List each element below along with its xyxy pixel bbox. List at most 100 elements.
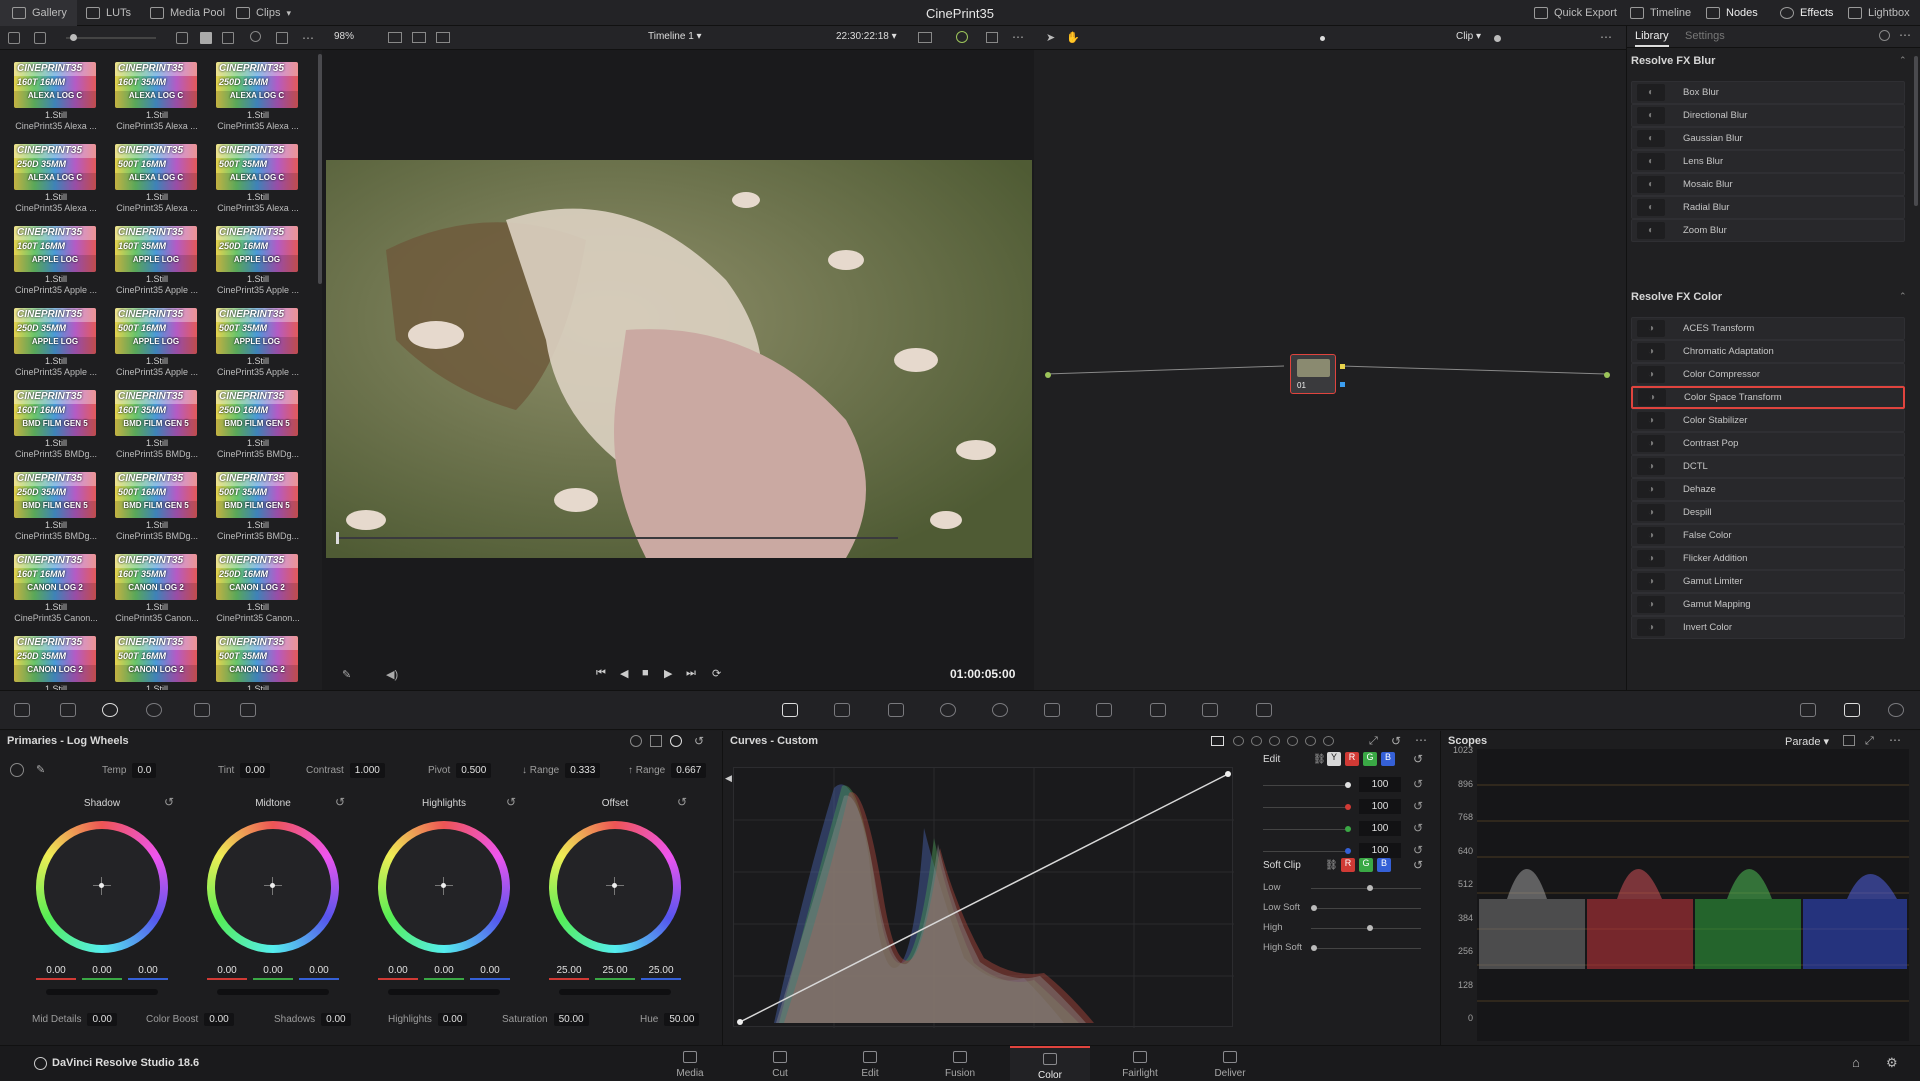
effect-item[interactable]: ◑ Invert Color [1631, 616, 1905, 639]
log-mode-icon[interactable] [670, 735, 682, 747]
split-screen-icon[interactable] [412, 32, 426, 43]
thumb-size-slider[interactable] [66, 37, 156, 39]
scope-settings-icon[interactable] [1843, 735, 1855, 746]
window-icon[interactable] [940, 703, 956, 717]
scrubber-bar[interactable] [336, 537, 898, 539]
gallery-still[interactable]: CINEPRINT35 250D 16MM CANON LOG 2 1.Still Ci… [208, 548, 308, 632]
high-range-field[interactable]: ↑ Range 0.667 [628, 763, 707, 778]
blur-icon[interactable] [1096, 703, 1112, 717]
wheel-value[interactable]: 0.00 [378, 965, 418, 980]
wheel-reset-icon[interactable]: ↺ [335, 795, 345, 809]
wheel-value[interactable]: 0.00 [299, 965, 339, 980]
soft-clip-r-chip[interactable]: R [1341, 858, 1355, 872]
soft-clip-link-icon[interactable]: ⛓ [1325, 860, 1338, 871]
high-soft-handle[interactable] [1311, 945, 1317, 951]
intensity-slider[interactable] [1263, 807, 1349, 808]
node-output[interactable] [1604, 372, 1610, 378]
effects-search-icon[interactable] [1879, 30, 1890, 41]
hue-vs-hue-icon[interactable] [1233, 736, 1244, 746]
sort-icon[interactable] [176, 32, 188, 44]
scope-type-selector[interactable]: Parade ▾ [1785, 735, 1829, 748]
gallery-still[interactable]: CINEPRINT35 500T 16MM APPLE LOG 1.Still Cine… [107, 302, 207, 386]
y-channel-chip[interactable]: Y [1327, 752, 1341, 766]
wheel-value[interactable]: 0.00 [253, 965, 293, 980]
color-boost-field[interactable]: Color Boost 0.00 [146, 1013, 234, 1026]
effect-item[interactable]: ◑ Dehaze [1631, 478, 1905, 501]
wheel-value[interactable]: 0.00 [36, 965, 76, 980]
3d-icon[interactable] [1256, 703, 1272, 717]
color-wheel[interactable] [207, 821, 339, 953]
gallery-still[interactable]: CINEPRINT35 500T 16MM ALEXA LOG C 1.Still Ci… [107, 138, 207, 222]
effect-item[interactable]: ◐ Directional Blur [1631, 104, 1905, 127]
low-range-field[interactable]: ↓ Range 0.333 [522, 763, 601, 778]
viewer-layout-icon[interactable] [388, 32, 402, 43]
hue-vs-sat-icon[interactable] [1251, 736, 1262, 746]
scope-more-icon[interactable]: ⋯ [1889, 733, 1901, 747]
mid-details-field[interactable]: Mid Details 0.00 [32, 1013, 117, 1026]
collapse-blur-icon[interactable]: ⌃ [1899, 55, 1907, 66]
wheel-value[interactable]: 0.00 [82, 965, 122, 980]
link-channels-icon[interactable]: ⛓ [1313, 754, 1326, 765]
wheel-puck[interactable] [441, 883, 446, 888]
curves-graph[interactable] [733, 767, 1234, 1028]
color-match-icon[interactable] [60, 703, 76, 717]
intensity-value[interactable]: 100 [1359, 799, 1401, 814]
soft-clip-g-chip[interactable]: G [1359, 858, 1373, 872]
curves-more-icon[interactable]: ⋯ [1415, 733, 1427, 747]
gallery-still[interactable]: CINEPRINT35 160T 16MM CANON LOG 2 1.Still Ci… [6, 548, 106, 632]
pivot-field[interactable]: Pivot 0.500 [428, 763, 492, 778]
shadows-field[interactable]: Shadows 0.00 [274, 1013, 351, 1026]
gallery-still[interactable]: CINEPRINT35 250D 16MM ALEXA LOG C 1.Still Ci… [208, 56, 308, 140]
sizing-icon[interactable] [1202, 703, 1218, 717]
high-soft-slider[interactable] [1311, 948, 1421, 949]
high-handle[interactable] [1367, 925, 1373, 931]
scope-expand-icon[interactable]: ⤢ [1865, 735, 1874, 748]
wheel-reset-icon[interactable]: ↺ [164, 795, 174, 809]
grid-view-icon[interactable] [200, 32, 212, 44]
gallery-still[interactable]: CINEPRINT35 160T 16MM BMD FILM GEN 5 1.Stil… [6, 384, 106, 468]
gallery-still[interactable]: CINEPRINT35 160T 35MM BMD FILM GEN 5 1.Stil… [107, 384, 207, 468]
eyedropper-icon[interactable]: ✎ [342, 668, 351, 681]
tint-field[interactable]: Tint 0.00 [218, 763, 270, 778]
page-tab-deliver[interactable]: Deliver [1190, 1046, 1270, 1081]
wheel-puck[interactable] [99, 883, 104, 888]
corrector-node[interactable]: 01 [1290, 354, 1336, 394]
gallery-still[interactable]: CINEPRINT35 500T 16MM BMD FILM GEN 5 1.Stil… [107, 466, 207, 550]
tab-settings[interactable]: Settings [1685, 30, 1725, 42]
zoom-level[interactable]: 98% [334, 31, 354, 42]
intensity-reset-icon[interactable]: ↺ [1413, 821, 1423, 835]
effect-item[interactable]: ◐ Box Blur [1631, 81, 1905, 104]
curves-reset-icon[interactable]: ↺ [1391, 734, 1401, 748]
play-reverse-icon[interactable]: ◀ [620, 667, 628, 680]
curves-icon[interactable] [782, 703, 798, 717]
page-tab-media[interactable]: Media [650, 1046, 730, 1081]
wheel-puck[interactable] [612, 883, 617, 888]
master-wheel-slider[interactable] [46, 989, 158, 995]
intensity-value[interactable]: 100 [1359, 777, 1401, 792]
sat-vs-sat-icon[interactable] [1305, 736, 1316, 746]
intensity-reset-icon[interactable]: ↺ [1413, 777, 1423, 791]
tab-library[interactable]: Library [1635, 30, 1669, 47]
effect-item[interactable]: ◑ ACES Transform [1631, 317, 1905, 340]
gallery-still[interactable]: CINEPRINT35 160T 35MM CANON LOG 2 1.Still Ci… [107, 548, 207, 632]
sidebar-toggle-icon[interactable] [8, 32, 20, 44]
intensity-handle[interactable] [1345, 826, 1351, 832]
gallery-still[interactable]: CINEPRINT35 250D 35MM APPLE LOG 1.Still Cine… [6, 302, 106, 386]
intensity-handle[interactable] [1345, 804, 1351, 810]
effect-item[interactable]: ◑ DCTL [1631, 455, 1905, 478]
go-to-start-icon[interactable]: ⏮ [596, 667, 606, 680]
soft-clip-reset-icon[interactable]: ↺ [1413, 858, 1423, 872]
low-slider[interactable] [1311, 888, 1421, 889]
thumb-size-handle[interactable] [70, 34, 77, 41]
wheel-value[interactable]: 0.00 [424, 965, 464, 980]
lightbox-button[interactable]: Lightbox [1848, 0, 1910, 26]
timecode-display[interactable]: 22:30:22:18 ▾ [836, 31, 897, 42]
curves-custom-icon[interactable] [1211, 736, 1224, 746]
nodes-button[interactable]: Nodes [1706, 0, 1758, 26]
edit-reset-icon[interactable]: ↺ [1413, 752, 1423, 766]
intensity-reset-icon[interactable]: ↺ [1413, 843, 1423, 857]
intensity-slider[interactable] [1263, 785, 1349, 786]
highlights-field[interactable]: Highlights 0.00 [388, 1013, 468, 1026]
motion-effects-icon[interactable] [240, 703, 256, 717]
fit-icon[interactable] [276, 32, 288, 44]
